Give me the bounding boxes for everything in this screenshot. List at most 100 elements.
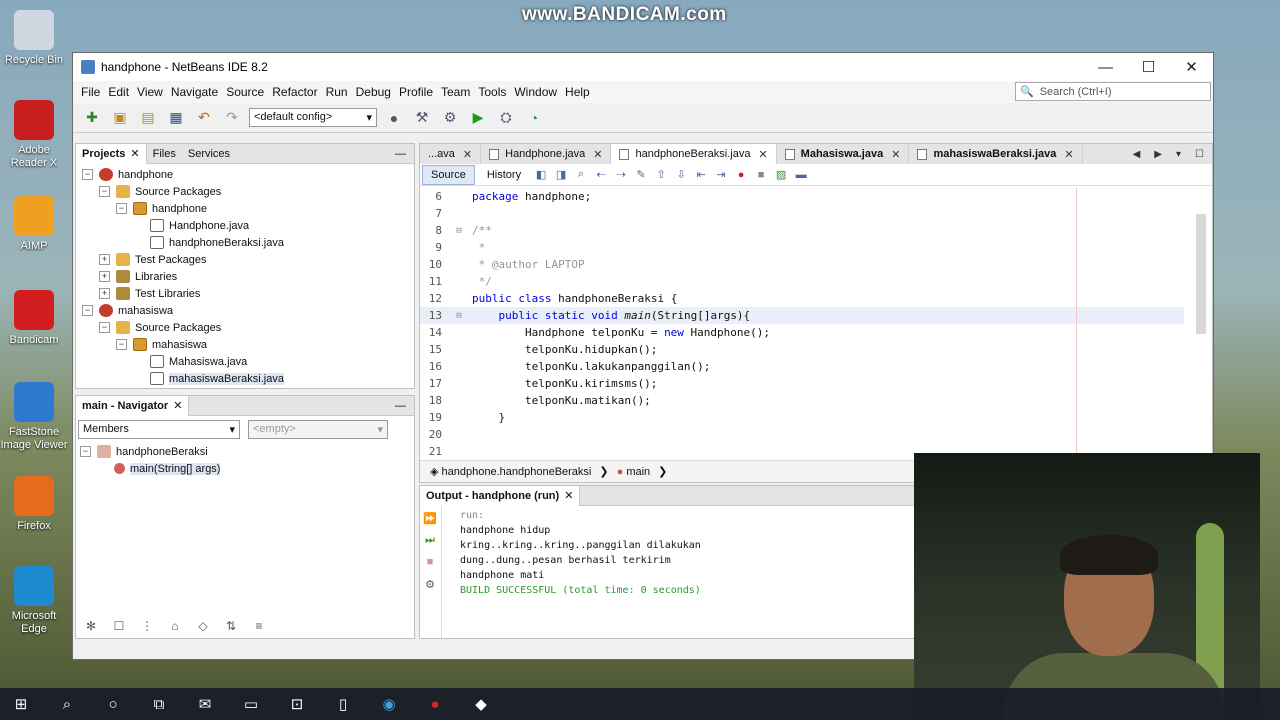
menu-help[interactable]: Help [561, 85, 594, 99]
shift-left-icon[interactable]: ⇤ [693, 168, 709, 182]
desktop-icon[interactable]: Adobe Reader X [0, 100, 68, 170]
maximize-button[interactable]: ☐ [1127, 53, 1170, 81]
code-line[interactable]: 17 telponKu.kirimsms(); [420, 375, 1184, 392]
rerun-icon[interactable]: ⏩ [422, 510, 438, 526]
code-line[interactable]: 16 telponKu.lakukanpanggilan(); [420, 358, 1184, 375]
bookmark-prev-icon[interactable]: ⇧ [653, 168, 669, 182]
menu-view[interactable]: View [133, 85, 167, 99]
code-line[interactable]: 10 * @author LAPTOP [420, 256, 1184, 273]
menu-navigate[interactable]: Navigate [167, 85, 222, 99]
file-explorer-icon[interactable]: ▭ [240, 693, 262, 715]
code-line[interactable]: 13 ⊟ public static void main(String[]args… [420, 307, 1184, 324]
menu-window[interactable]: Window [510, 85, 561, 99]
menu-profile[interactable]: Profile [395, 85, 437, 99]
expand-toggle-icon[interactable]: − [99, 186, 110, 197]
stop-macro-icon[interactable]: ■ [753, 168, 769, 182]
build-icon[interactable]: ⚒ [411, 108, 433, 128]
navigator-class-node[interactable]: − handphoneBeraksi [76, 443, 414, 460]
bookmark-next-icon[interactable]: ⇩ [673, 168, 689, 182]
inherited-icon[interactable]: ◇ [194, 618, 212, 634]
run-icon[interactable]: ▶ [467, 108, 489, 128]
filter-icon[interactable]: ✻ [82, 618, 100, 634]
tree-node[interactable]: − handphone [76, 200, 414, 217]
menu-run[interactable]: Run [322, 85, 352, 99]
tab-list-icon[interactable]: ▾ [1176, 149, 1181, 160]
tree-node[interactable]: − handphone [76, 166, 414, 183]
history-tab[interactable]: History [479, 166, 529, 184]
code-line[interactable]: 6 package handphone; [420, 188, 1184, 205]
desktop-icon[interactable]: AIMP [0, 196, 68, 253]
desktop-icon[interactable]: Firefox [0, 476, 68, 533]
static-icon[interactable]: ⋮ [138, 618, 156, 634]
code-line[interactable]: 19 } [420, 409, 1184, 426]
editor-tab[interactable]: Handphone.java ✕ [481, 144, 612, 164]
minimize-panel-icon[interactable]: — [395, 400, 414, 412]
task-view-icon[interactable]: ⧉ [148, 693, 170, 715]
new-file-icon[interactable]: ✚ [81, 108, 103, 128]
sort-alpha-icon[interactable]: ≡ [250, 618, 268, 634]
start-macro-icon[interactable]: ● [733, 168, 749, 182]
minimize-button[interactable]: — [1084, 53, 1127, 81]
expand-toggle-icon[interactable]: − [116, 203, 127, 214]
expand-toggle-icon[interactable]: − [82, 305, 93, 316]
rerun-params-icon[interactable]: ⏭ [422, 532, 438, 548]
config-select[interactable]: <default config> ▾ [249, 108, 377, 127]
search-icon[interactable]: ⌕ [56, 693, 78, 715]
editor-scrollbar[interactable] [1196, 214, 1206, 334]
expand-toggle-icon[interactable]: + [99, 271, 110, 282]
expand-toggle-icon[interactable]: + [99, 254, 110, 265]
tree-node[interactable]: Mahasiswa.java [76, 353, 414, 370]
search-box[interactable]: 🔍 Search (Ctrl+I) [1015, 82, 1211, 101]
forward-icon[interactable]: ◨ [553, 168, 569, 182]
code-line[interactable]: 14 Handphone telponKu = new Handphone(); [420, 324, 1184, 341]
menu-debug[interactable]: Debug [352, 85, 395, 99]
close-button[interactable]: ✕ [1170, 53, 1213, 81]
menu-tools[interactable]: Tools [474, 85, 510, 99]
expand-toggle-icon[interactable]: − [99, 322, 110, 333]
undo-icon[interactable]: ↶ [193, 108, 215, 128]
members-select[interactable]: Members ▾ [78, 420, 240, 439]
tree-node[interactable]: − mahasiswa [76, 336, 414, 353]
netbeans-icon[interactable]: ◆ [470, 693, 492, 715]
windows-start-icon[interactable]: ⊞ [10, 693, 32, 715]
close-icon[interactable]: ✕ [173, 399, 182, 412]
editor-tab[interactable]: ...ava ✕ [420, 144, 482, 164]
minimize-panel-icon[interactable]: — [395, 148, 414, 160]
sort-icon[interactable]: ⇅ [222, 618, 240, 634]
file-icon[interactable]: ▯ [332, 693, 354, 715]
tree-node[interactable]: − Source Packages [76, 319, 414, 336]
settings-icon[interactable]: ⚙ [422, 576, 438, 592]
source-tab[interactable]: Source [422, 164, 475, 185]
tab-navigator[interactable]: main - Navigator ✕ [76, 395, 190, 416]
tab-files[interactable]: Files [147, 144, 182, 164]
code-line[interactable]: 18 telponKu.matikan(); [420, 392, 1184, 409]
tree-node[interactable]: − mahasiswa [76, 302, 414, 319]
fields-icon[interactable]: ☐ [110, 618, 128, 634]
back-icon[interactable]: ◧ [533, 168, 549, 182]
redo-icon[interactable]: ↷ [221, 108, 243, 128]
save-all-icon[interactable]: ▦ [165, 108, 187, 128]
globe-icon[interactable]: ● [383, 108, 405, 128]
mail-icon[interactable]: ✉ [194, 693, 216, 715]
menu-edit[interactable]: Edit [104, 85, 133, 99]
bandicam-icon[interactable]: ● [424, 693, 446, 715]
editor-tab[interactable]: handphoneBeraksi.java ✕ [611, 144, 777, 164]
lock-icon[interactable]: ⌂ [166, 618, 184, 634]
tab-output[interactable]: Output - handphone (run) ✕ [420, 485, 581, 506]
expand-toggle-icon[interactable]: − [82, 169, 93, 180]
code-line[interactable]: 11 */ [420, 273, 1184, 290]
tree-node[interactable]: Handphone.java [76, 217, 414, 234]
uncomment-icon[interactable]: ▬ [793, 168, 809, 182]
shift-right-icon[interactable]: ⇥ [713, 168, 729, 182]
close-icon[interactable]: ✕ [130, 147, 139, 160]
code-line[interactable]: 8 ⊟/** [420, 222, 1184, 239]
filter-select[interactable]: <empty> ▾ [248, 420, 388, 439]
desktop-icon[interactable]: Microsoft Edge [0, 566, 68, 636]
output-text[interactable]: run: handphone hidup kring..kring..kring..… [460, 508, 701, 598]
expand-toggle-icon[interactable]: + [99, 288, 110, 299]
tree-node[interactable]: mahasiswaBeraksi.java [76, 370, 414, 387]
tree-node[interactable]: + Test Libraries [76, 285, 414, 302]
code-line[interactable]: 20 [420, 426, 1184, 443]
menu-team[interactable]: Team [437, 85, 474, 99]
edge-icon[interactable]: ◉ [378, 693, 400, 715]
